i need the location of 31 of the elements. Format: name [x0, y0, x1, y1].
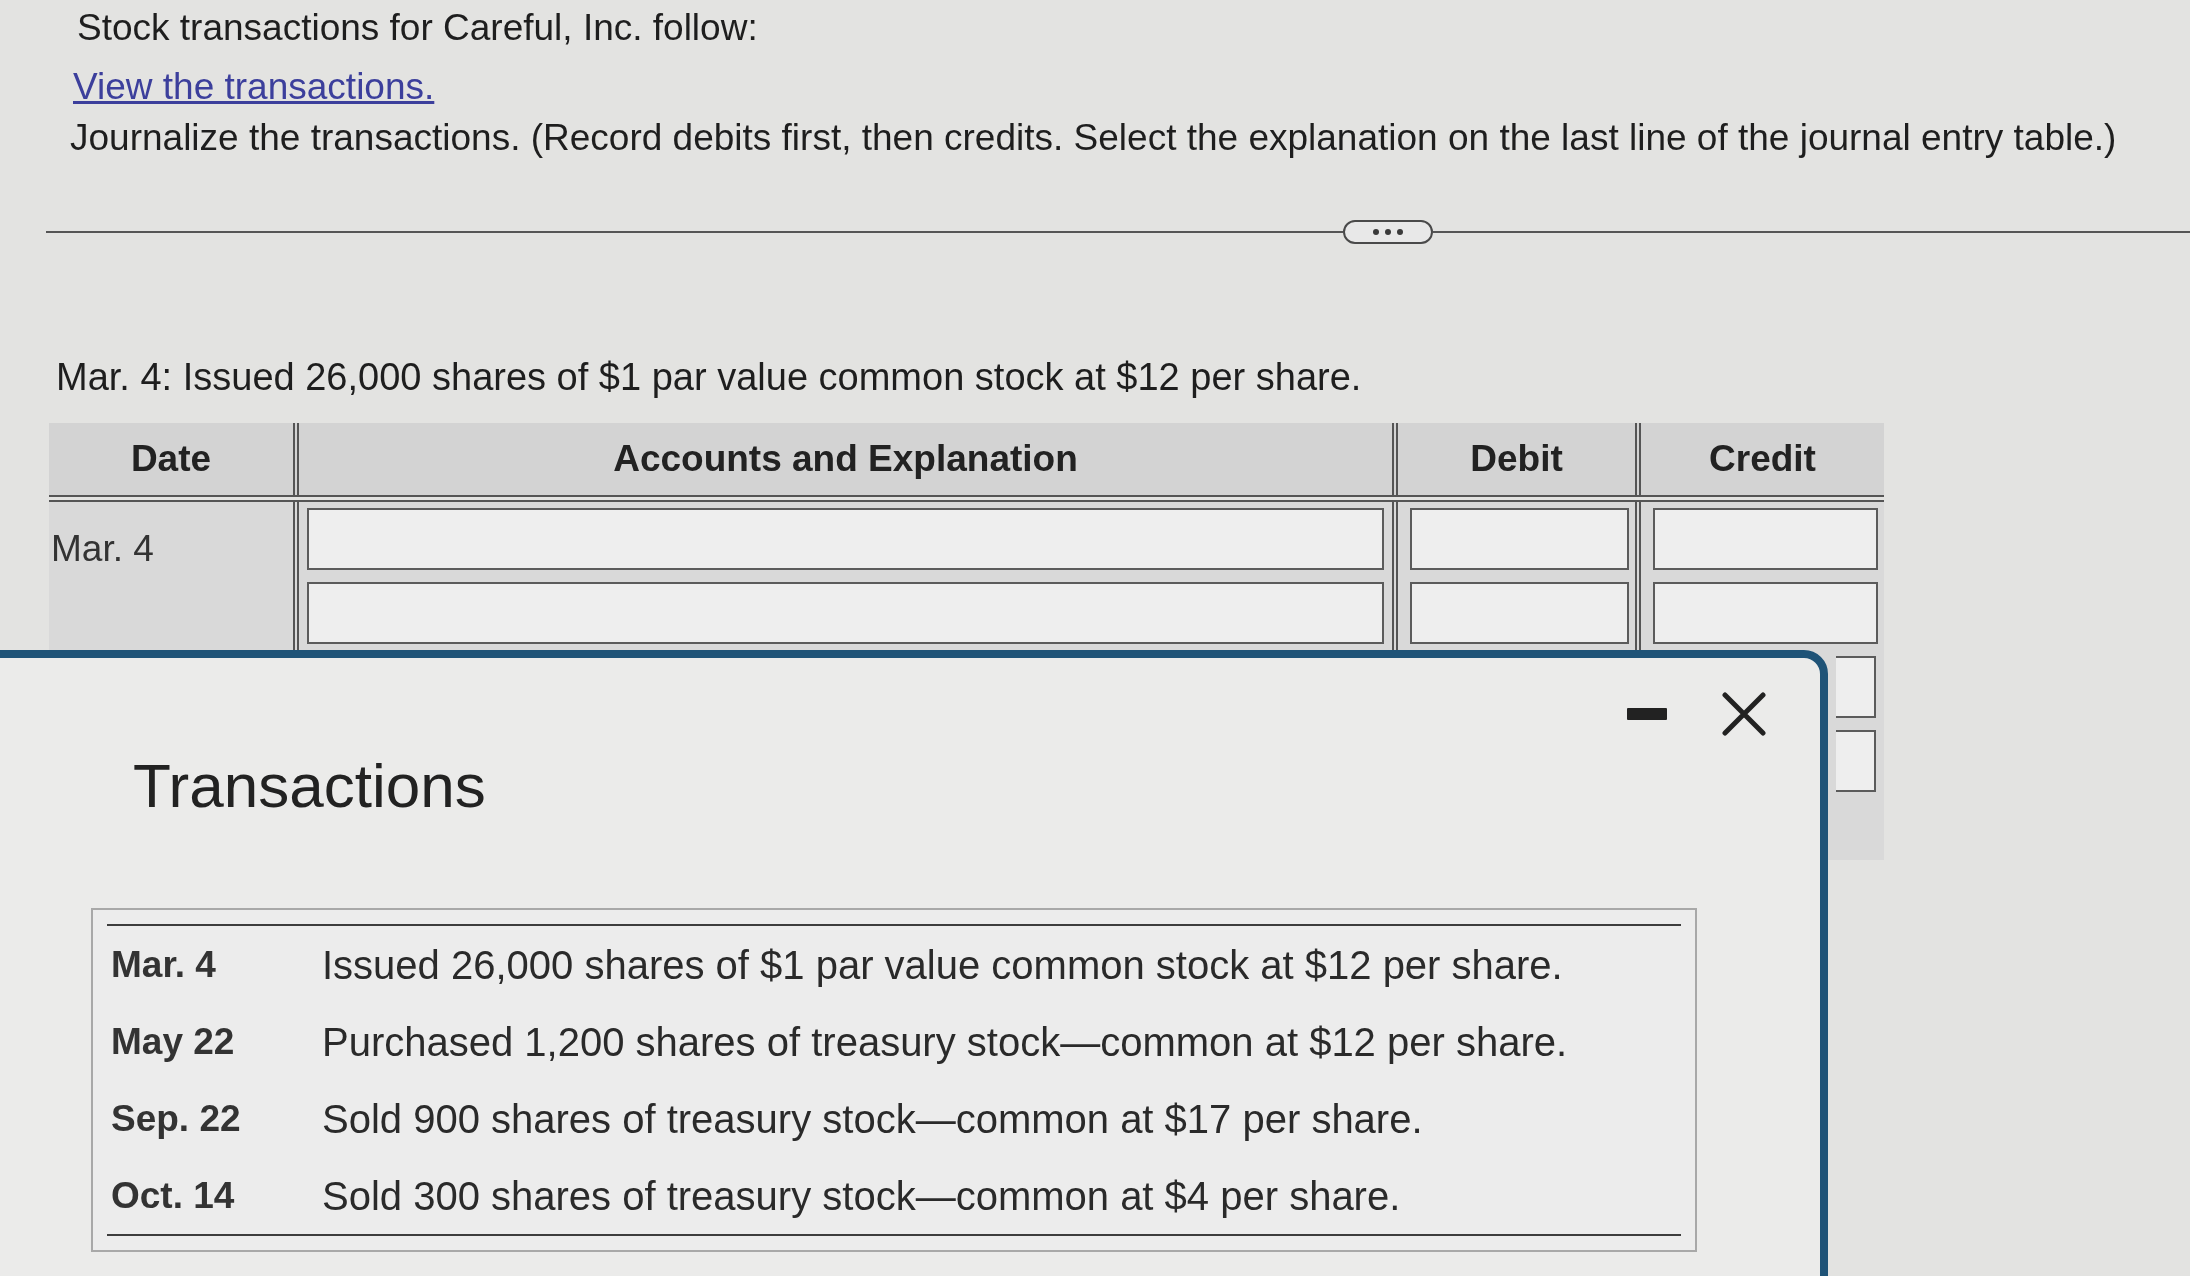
credit-input[interactable] — [1653, 582, 1878, 644]
debit-input[interactable] — [1410, 582, 1629, 644]
credit-input[interactable] — [1653, 508, 1878, 570]
transaction-date: Sep. 22 — [111, 1096, 241, 1141]
transaction-date: May 22 — [111, 1019, 235, 1064]
transaction-description: Sold 300 shares of treasury stock—common at $4 per share. — [322, 1172, 1401, 1220]
intro-text: Stock transactions for Careful, Inc. follow: — [77, 6, 758, 50]
column-header: Debit — [1398, 423, 1641, 495]
account-input[interactable] — [307, 508, 1384, 570]
column-header: Date — [49, 423, 299, 495]
more-button[interactable] — [1343, 220, 1433, 244]
question-text: Mar. 4: Issued 26,000 shares of $1 par value common stock at $12 per share. — [56, 355, 1362, 400]
ellipsis-icon — [1373, 229, 1403, 235]
close-icon — [1722, 692, 1766, 736]
view-transactions-link[interactable]: View the transactions. — [73, 65, 435, 109]
minimize-icon — [1627, 708, 1667, 720]
transaction-description: Sold 900 shares of treasury stock—common at $17 per share. — [322, 1095, 1423, 1143]
debit-input[interactable] — [1410, 508, 1629, 570]
credit-input[interactable] — [1836, 656, 1876, 718]
column-header: Credit — [1641, 423, 1884, 495]
transaction-date: Oct. 14 — [111, 1173, 235, 1218]
entry-date: Mar. 4 — [51, 527, 154, 571]
close-button[interactable] — [1722, 692, 1766, 736]
instruction-text: Journalize the transactions. (Record debits first, then credits. Select the explanation on the last line of the journal entry table.) — [70, 116, 2117, 160]
account-input[interactable] — [307, 582, 1384, 644]
transaction-date: Mar. 4 — [111, 942, 216, 987]
transaction-description: Purchased 1,200 shares of treasury stock—common at $12 per share. — [322, 1018, 1568, 1066]
credit-input[interactable] — [1836, 730, 1876, 792]
transaction-description: Issued 26,000 shares of $1 par value common stock at $12 per share. — [322, 941, 1563, 989]
column-header: Accounts and Explanation — [299, 423, 1398, 495]
dialog-title: Transactions — [133, 751, 486, 821]
